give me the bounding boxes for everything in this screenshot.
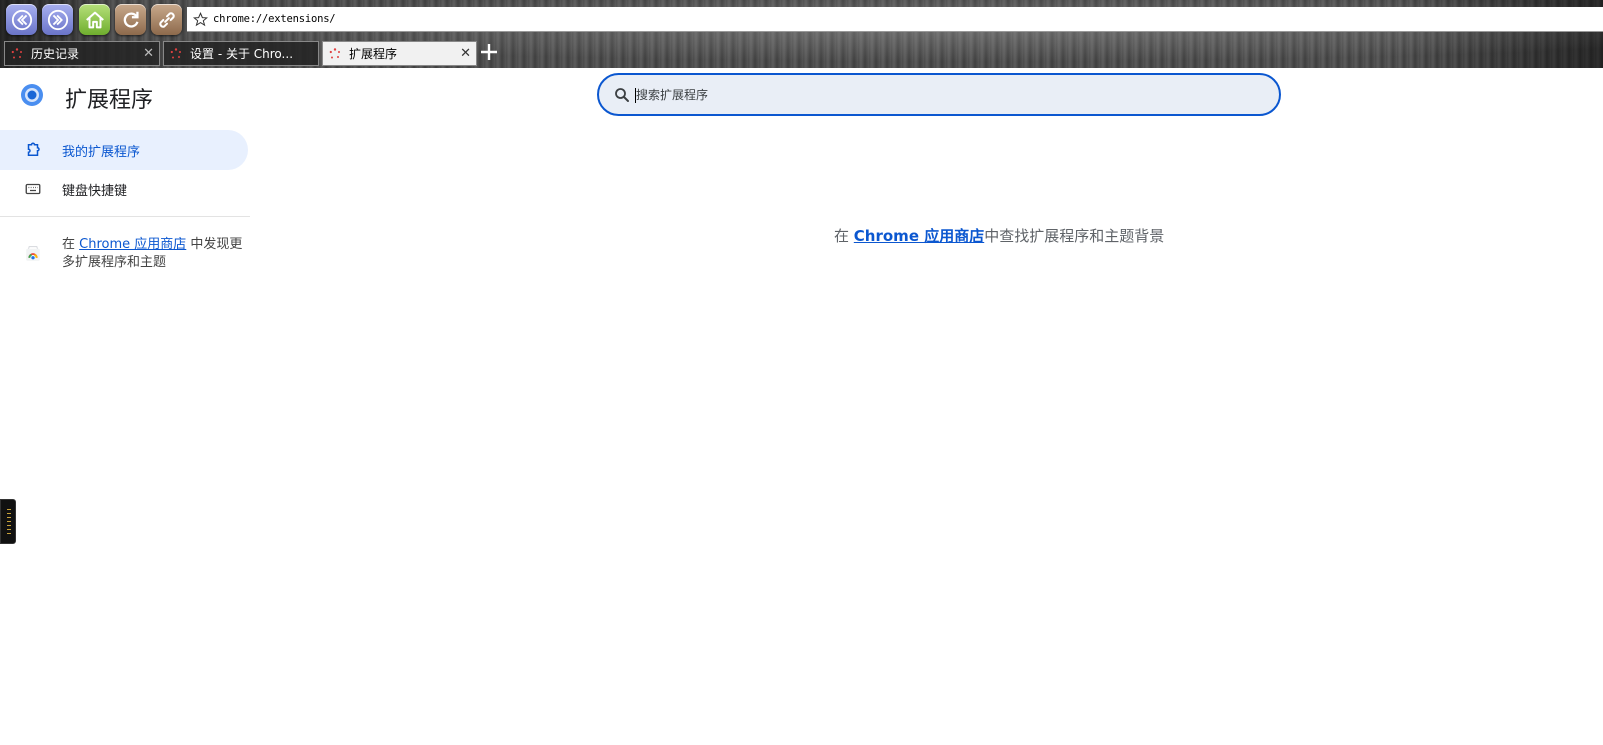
side-panel-handle[interactable] <box>0 499 16 544</box>
search-icon <box>615 87 629 102</box>
tab-label: 设置 - 关于 Chro... <box>190 47 294 61</box>
webstore-icon <box>26 245 40 261</box>
sidebar-item-label: 键盘快捷键 <box>62 183 128 199</box>
forward-button[interactable] <box>42 4 73 35</box>
promo-prefix: 在 <box>62 237 76 252</box>
keyboard-icon <box>25 183 41 195</box>
close-icon[interactable]: ✕ <box>460 46 471 61</box>
arrow-right-icon <box>47 9 68 30</box>
close-icon[interactable]: ✕ <box>143 46 154 61</box>
reload-button[interactable] <box>115 4 146 35</box>
sidebar-item-keyboard-shortcuts[interactable]: 键盘快捷键 <box>0 169 248 209</box>
new-tab-plus-icon[interactable] <box>479 42 499 62</box>
reload-icon <box>123 11 139 28</box>
loading-icon <box>11 47 22 58</box>
empty-suffix: 中查找扩展程序和主题背景 <box>984 227 1165 245</box>
empty-prefix: 在 <box>834 227 850 245</box>
sidebar-divider <box>0 216 250 217</box>
address-bar[interactable]: chrome://extensions/ <box>187 7 1603 32</box>
sidebar-item-my-extensions[interactable]: 我的扩展程序 <box>0 130 248 170</box>
tab-label: 历史记录 <box>31 47 80 61</box>
arrow-left-icon <box>11 9 32 30</box>
puzzle-icon <box>27 142 40 156</box>
page-title: 扩展程序 <box>65 88 154 113</box>
text-caret <box>635 88 636 103</box>
chrome-logo-icon <box>21 84 43 106</box>
loading-icon <box>329 47 340 58</box>
link-button[interactable] <box>151 4 182 35</box>
webstore-link[interactable]: Chrome 应用商店 <box>854 227 984 245</box>
back-button[interactable] <box>6 4 37 35</box>
webstore-promo: 在 Chrome 应用商店 中发现更多扩展程序和主题 <box>24 236 244 272</box>
home-icon <box>85 11 104 28</box>
link-icon <box>158 11 175 28</box>
webstore-link[interactable]: Chrome 应用商店 <box>79 237 186 252</box>
tab-history[interactable]: 历史记录 ✕ <box>4 41 160 66</box>
empty-state-message: 在 Chrome 应用商店中查找扩展程序和主题背景 <box>834 225 1164 246</box>
webstore-promo-text: 在 Chrome 应用商店 中发现更多扩展程序和主题 <box>62 236 244 272</box>
home-button[interactable] <box>79 4 110 35</box>
bookmark-star-icon[interactable] <box>189 8 211 30</box>
tab-extensions[interactable]: 扩展程序 ✕ <box>322 41 477 66</box>
loading-icon <box>170 47 181 58</box>
address-url[interactable]: chrome://extensions/ <box>213 13 336 25</box>
search-box[interactable] <box>597 73 1281 116</box>
search-input[interactable] <box>636 87 1236 102</box>
tab-label: 扩展程序 <box>349 47 398 61</box>
tab-settings[interactable]: 设置 - 关于 Chro... <box>163 41 319 66</box>
sidebar-item-label: 我的扩展程序 <box>62 144 141 160</box>
